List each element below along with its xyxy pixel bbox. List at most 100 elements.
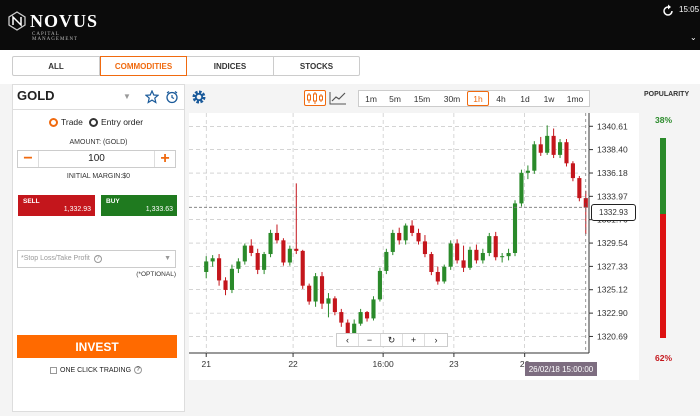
amount-input[interactable]: 100 xyxy=(38,151,155,167)
one-click-trading[interactable]: ONE CLICK TRADING ? xyxy=(50,366,143,374)
sell-button[interactable]: SELL 1,332.93 xyxy=(18,195,95,216)
radio-entry-order[interactable]: Entry order xyxy=(89,117,143,127)
reset-button[interactable]: ↻ xyxy=(381,334,403,346)
one-click-checkbox[interactable] xyxy=(50,366,57,374)
buy-button[interactable]: BUY 1,333.63 xyxy=(101,195,177,216)
divider xyxy=(12,109,185,110)
candle-body xyxy=(403,225,408,241)
x-tick-label: 23 xyxy=(449,359,459,369)
popularity-bar xyxy=(660,138,666,338)
stop-loss-placeholder: *Stop Loss/Take Profit xyxy=(21,255,90,262)
stop-loss-select[interactable]: *Stop Loss/Take Profit ? ▼ xyxy=(17,250,176,268)
candle-body xyxy=(545,135,550,153)
scroll-right-button[interactable]: › xyxy=(425,334,447,346)
candle-body xyxy=(352,323,357,334)
candle-body xyxy=(223,280,228,290)
candle-body xyxy=(570,163,575,179)
candle-body xyxy=(538,144,543,153)
y-tick-label: 1336.18 xyxy=(597,168,628,178)
tab-commodities[interactable]: COMMODITIES xyxy=(100,56,187,76)
timeframe-5m[interactable]: 5m xyxy=(383,91,407,106)
candle-body xyxy=(377,270,382,300)
chart-zoom-controls: ‹ − ↻ + › xyxy=(336,333,448,347)
candle-body xyxy=(326,298,331,304)
tab-all[interactable]: ALL xyxy=(13,57,100,75)
top-bar: NOVUS CAPITAL MANAGEMENT 15:05 ⌄ xyxy=(0,0,700,50)
candle-body xyxy=(467,249,473,268)
candle-body xyxy=(236,261,241,269)
tab-indices[interactable]: INDICES xyxy=(187,57,274,75)
candle-body xyxy=(307,285,312,302)
star-icon[interactable] xyxy=(145,90,159,104)
popularity-label: POPULARITY xyxy=(644,91,690,98)
one-click-label: ONE CLICK TRADING xyxy=(60,366,132,374)
y-tick-label: 1320.69 xyxy=(597,331,628,341)
candle-body xyxy=(242,245,247,262)
timeframe-15m[interactable]: 15m xyxy=(407,91,437,106)
crosshair-date-label: 26/02/18 15:00:00 xyxy=(525,362,597,376)
candle-body xyxy=(435,271,440,282)
candle-body xyxy=(262,254,267,270)
asset-name[interactable]: GOLD xyxy=(17,88,55,103)
brand-name: NOVUS xyxy=(30,11,99,31)
candle-body xyxy=(474,249,479,261)
caret-down-icon[interactable]: ▼ xyxy=(123,92,131,101)
current-price-label: 1332.93 xyxy=(591,204,636,221)
line-chart-icon[interactable] xyxy=(329,90,347,106)
timeframe-1m[interactable]: 1m xyxy=(359,91,383,106)
optional-note: (*OPTIONAL) xyxy=(136,271,176,278)
sell-label: SELL xyxy=(23,198,40,205)
candle-body xyxy=(255,252,260,270)
candle-body xyxy=(249,245,254,253)
y-tick-label: 1322.90 xyxy=(597,308,628,318)
candle-body xyxy=(371,299,376,319)
amount-stepper: − 100 + xyxy=(17,150,176,168)
novus-logo: NOVUS CAPITAL MANAGEMENT xyxy=(8,8,99,42)
candle-body xyxy=(274,232,280,241)
zoom-out-button[interactable]: − xyxy=(359,334,381,346)
timeframe-30m[interactable]: 30m xyxy=(437,91,467,106)
invest-button[interactable]: INVEST xyxy=(17,335,177,358)
help-icon[interactable]: ? xyxy=(134,366,143,374)
sync-icon[interactable] xyxy=(661,4,675,18)
candle-body xyxy=(300,250,305,286)
scroll-left-button[interactable]: ‹ xyxy=(337,334,359,346)
candle-body xyxy=(455,243,460,261)
help-icon[interactable]: ? xyxy=(93,255,102,263)
timeframe-1w[interactable]: 1w xyxy=(537,91,561,106)
timeframe-1d[interactable]: 1d xyxy=(513,91,537,106)
alarm-clock-icon[interactable] xyxy=(165,90,179,104)
candle-body xyxy=(500,256,505,258)
candle-body xyxy=(268,232,273,255)
popularity-buy-fill xyxy=(660,138,666,214)
sell-price: 1,332.93 xyxy=(63,206,91,213)
radio-entry-label: Entry order xyxy=(101,117,144,127)
timeframe-1mo[interactable]: 1mo xyxy=(561,91,589,106)
y-tick-label: 1327.33 xyxy=(597,261,628,271)
candle-body xyxy=(448,243,453,267)
tab-stocks[interactable]: STOCKS xyxy=(274,57,359,75)
increase-button[interactable]: + xyxy=(155,151,175,167)
candle-body xyxy=(217,258,222,281)
chevron-down-icon[interactable]: ⌄ xyxy=(690,33,697,42)
radio-unselected-icon xyxy=(89,117,98,127)
x-tick-label: 16:00 xyxy=(372,359,394,369)
candle-body xyxy=(461,260,466,268)
decrease-button[interactable]: − xyxy=(18,151,38,167)
radio-trade[interactable]: Trade xyxy=(49,117,83,127)
candle-body xyxy=(384,251,389,271)
x-tick-label: 22 xyxy=(288,359,298,369)
candle-body xyxy=(493,236,498,258)
y-tick-label: 1338.40 xyxy=(597,145,628,155)
candle-body xyxy=(364,312,370,319)
gear-icon[interactable] xyxy=(191,89,207,105)
candle-body xyxy=(358,312,363,324)
zoom-in-button[interactable]: + xyxy=(403,334,425,346)
candle-body xyxy=(332,298,337,313)
candle-body xyxy=(442,266,447,282)
timeframe-1h[interactable]: 1h xyxy=(467,91,489,106)
candle-body xyxy=(410,225,415,233)
y-tick-label: 1325.12 xyxy=(597,285,628,295)
timeframe-4h[interactable]: 4h xyxy=(489,91,513,106)
candlestick-icon[interactable] xyxy=(304,90,326,106)
